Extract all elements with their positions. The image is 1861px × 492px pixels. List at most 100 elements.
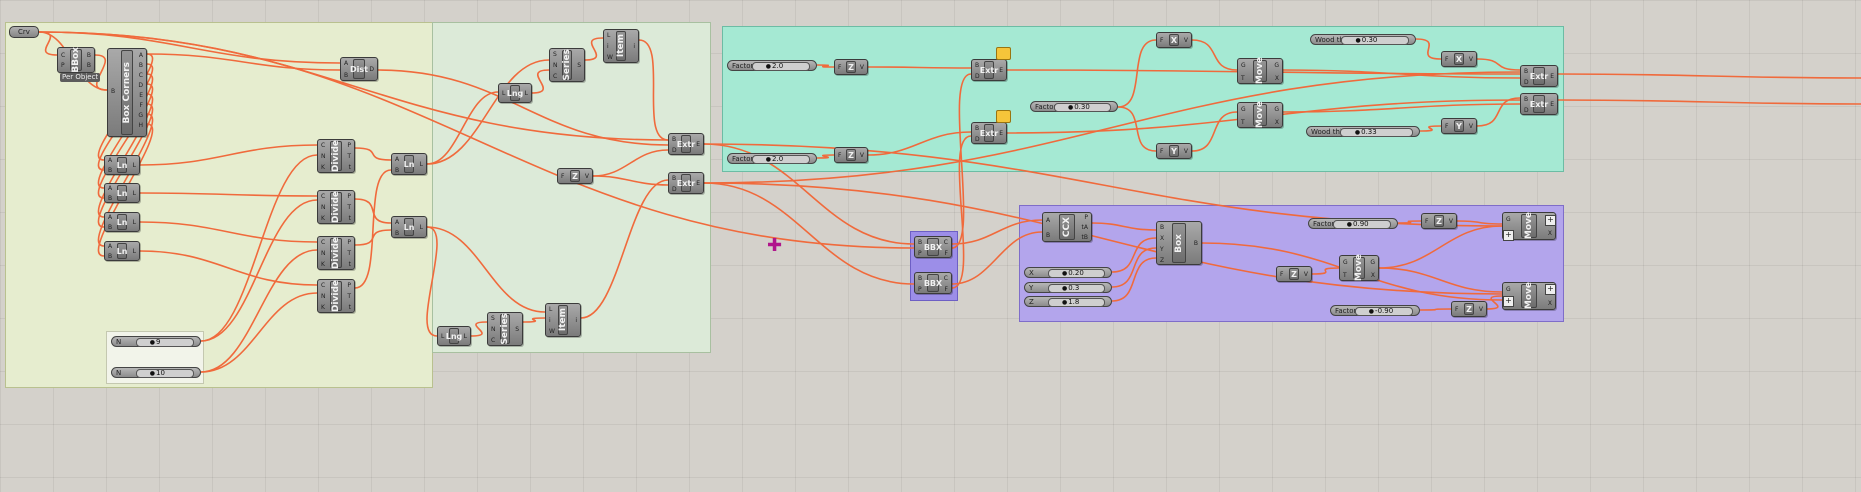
wire[interactable] <box>1557 73 1861 79</box>
add-parameter-icon[interactable]: + <box>1545 284 1556 295</box>
slider-track[interactable] <box>136 338 194 347</box>
warning-icon[interactable] <box>996 110 1011 123</box>
component-name: Lng <box>506 88 524 98</box>
s-wood-thick-slider[interactable]: Wood thickn0.30 <box>1310 34 1416 45</box>
slider-value: 2.0 <box>766 154 783 165</box>
move2-component[interactable]: G T G X Move <box>1237 101 1283 129</box>
component-name: Item <box>616 34 626 58</box>
slider-label: N <box>116 338 122 346</box>
bbox-caption: Per Object <box>60 73 101 82</box>
s-n1-slider[interactable]: N9 <box>111 336 201 347</box>
component-name: Extr <box>676 139 696 149</box>
z5-component[interactable]: FVZ <box>1276 266 1312 282</box>
slider-value: 0.20 <box>1062 268 1084 279</box>
s-x-slider[interactable]: X 0.20 <box>1024 267 1112 278</box>
s-factor1-slider[interactable]: Factor 2.0 <box>727 60 817 71</box>
wire[interactable] <box>703 182 915 285</box>
ln3-component[interactable]: A B L Ln <box>104 212 140 232</box>
move1-component[interactable]: G T G X Move <box>1237 57 1283 85</box>
add-parameter-icon[interactable]: + <box>1503 296 1514 307</box>
s-wood-thick2-slider[interactable]: Wood thickness0.33 <box>1306 126 1420 137</box>
add-parameter-icon[interactable]: + <box>1503 230 1514 241</box>
divide1-component[interactable]: C N K P Tt Divide <box>317 139 355 173</box>
ln6-component[interactable]: A B L Ln <box>391 216 427 238</box>
component-name: Lng <box>445 331 463 341</box>
s-n2-slider[interactable]: N 10 <box>111 367 201 378</box>
bbx2-component[interactable]: B P C F BBX <box>914 272 952 294</box>
s-factor4-slider[interactable]: Factor 0.90 <box>1308 218 1398 229</box>
warning-icon[interactable] <box>996 47 1011 60</box>
slider-value: -0.90 <box>1369 306 1393 317</box>
slider-value: 1.8 <box>1062 297 1079 308</box>
box-component[interactable]: B X Y Z B Box <box>1156 221 1202 265</box>
slider-label: Factor <box>1035 103 1057 111</box>
s-factor5-slider[interactable]: Factor -0.90 <box>1330 305 1420 316</box>
component-name: Box Corners <box>122 61 132 124</box>
y1-component[interactable]: FVY <box>1156 143 1192 159</box>
component-name: X <box>1170 35 1178 45</box>
divide2-component[interactable]: C N K P Tt Divide <box>317 190 355 224</box>
lng1-component[interactable]: L L Lng <box>498 83 532 103</box>
component-name: Z <box>1436 216 1442 226</box>
box-corners-component[interactable]: B A B C D E F G H Box Corners <box>107 48 147 137</box>
z6-component[interactable]: FVZ <box>1451 301 1487 317</box>
slider-label: Factor <box>732 62 754 70</box>
y2-component[interactable]: FVY <box>1441 118 1477 134</box>
component-name: BBX <box>923 242 943 252</box>
component-name: Z <box>848 150 854 160</box>
dist-component[interactable]: A B D Dist <box>340 57 378 81</box>
item1-component[interactable]: Li Wi Item <box>603 29 639 63</box>
z4-component[interactable]: FVZ <box>1421 213 1457 229</box>
s-factor2-slider[interactable]: Factor 2.0 <box>727 153 817 164</box>
component-name: Extr <box>979 128 999 138</box>
extr1-component[interactable]: B D E Extr <box>668 133 704 155</box>
bbox-component[interactable]: C P B B BBox <box>57 47 95 73</box>
extr5-component[interactable]: B D E Extr <box>1520 65 1558 87</box>
component-name: Y <box>1171 146 1177 156</box>
wire[interactable] <box>1557 99 1861 105</box>
z2-component[interactable]: FVZ <box>834 59 868 75</box>
component-name: Ln <box>116 160 128 170</box>
ccx-component[interactable]: A B PtA tB CCX <box>1042 212 1092 242</box>
component-name: Extr <box>676 178 696 188</box>
x2-component[interactable]: FVX <box>1441 51 1477 67</box>
slider-label: Z <box>1029 298 1034 306</box>
ln2-component[interactable]: A B L Ln <box>104 183 140 203</box>
component-name: Box <box>1174 233 1184 253</box>
lng2-component[interactable]: L L Lng <box>437 326 471 346</box>
component-name: Divide <box>331 279 341 313</box>
slider-label: X <box>1029 269 1034 277</box>
grasshopper-canvas[interactable]: Crv C P B B BBox Per Object B A B C D E … <box>0 0 1861 492</box>
crv-param[interactable]: Crv <box>9 26 39 38</box>
z3-component[interactable]: FVZ <box>834 147 868 163</box>
component-name: Y <box>1456 121 1462 131</box>
slider-track[interactable] <box>136 369 194 378</box>
s-z-slider[interactable]: Z 1.8 <box>1024 296 1112 307</box>
item2-component[interactable]: Li Wi Item <box>545 303 581 337</box>
slider-label: Factor <box>732 155 754 163</box>
slider-value: 0.30 <box>1068 102 1090 113</box>
extr6-component[interactable]: B D E Extr <box>1520 93 1558 115</box>
series1-component[interactable]: S N C S Series <box>549 48 585 82</box>
series2-component[interactable]: S N C S Series <box>487 312 523 346</box>
x1-component[interactable]: FVX <box>1156 32 1192 48</box>
move4-component[interactable]: G T G X Move <box>1339 254 1379 282</box>
ln1-component[interactable]: A B L Ln <box>104 155 140 175</box>
slider-value: 0.33 <box>1355 127 1377 138</box>
z1-component[interactable]: FVZ <box>557 168 593 184</box>
slider-value: 0.90 <box>1347 219 1369 230</box>
component-name: CCX <box>1062 216 1072 238</box>
extr4-component[interactable]: B D E Extr <box>971 122 1007 144</box>
s-factor3-slider[interactable]: Factor 0.30 <box>1030 101 1118 112</box>
divide3-component[interactable]: C N K P Tt Divide <box>317 236 355 270</box>
component-name: Series <box>562 49 572 81</box>
bbx1-component[interactable]: B P C F BBX <box>914 236 952 258</box>
component-name: Move <box>1524 282 1534 310</box>
extr3-component[interactable]: B D E Extr <box>971 59 1007 81</box>
extr2-component[interactable]: B D E Extr <box>668 172 704 194</box>
divide4-component[interactable]: C N K P Tt Divide <box>317 279 355 313</box>
ln4-component[interactable]: A B L Ln <box>104 241 140 261</box>
add-parameter-icon[interactable]: + <box>1545 215 1556 226</box>
s-y-slider[interactable]: Y 0.3 <box>1024 282 1112 293</box>
ln5-component[interactable]: A B L Ln <box>391 153 427 175</box>
